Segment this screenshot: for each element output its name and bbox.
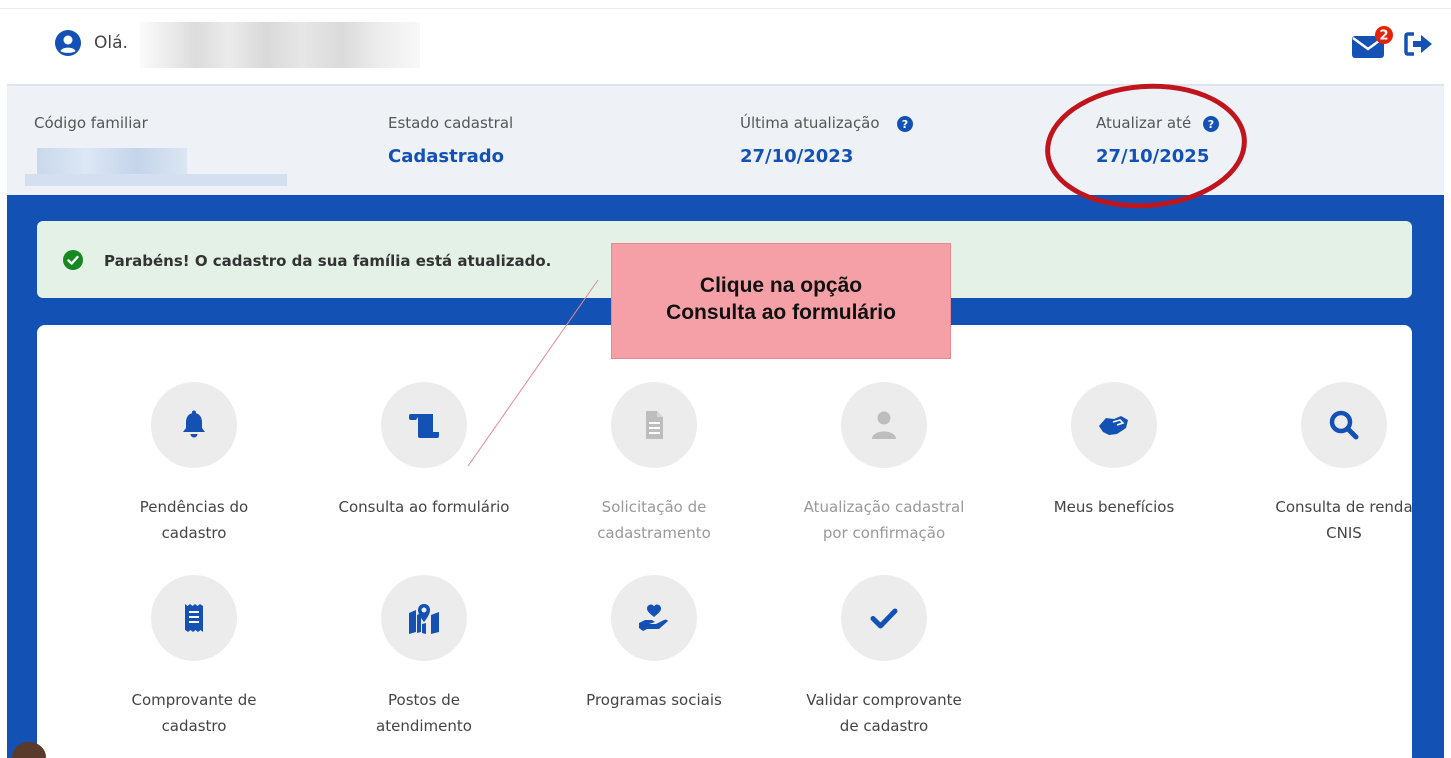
- tile-icon-circle: [151, 575, 237, 661]
- ultima-atualizacao-value: 27/10/2023: [740, 146, 854, 167]
- document-icon: [646, 411, 663, 439]
- tile-label: Atualização cadastral por confirmação: [803, 498, 965, 542]
- tile-icon-circle: [841, 575, 927, 661]
- ultima-atualizacao-label: Última atualização: [740, 114, 880, 132]
- tile-label: Postos de atendimento: [376, 691, 472, 735]
- codigo-familiar-redacted: [37, 148, 187, 174]
- annotation-line-1: Clique na opção: [699, 274, 863, 297]
- bell-icon: [183, 410, 205, 438]
- greeting-text: Olá.: [94, 33, 128, 53]
- success-alert-text: Parabéns! O cadastro da sua família está…: [104, 252, 552, 270]
- estado-cadastral-value: Cadastrado: [388, 146, 504, 167]
- tile-icon-circle: [611, 575, 697, 661]
- tile-icon-circle: [611, 382, 697, 468]
- tile-icon-circle: [151, 382, 237, 468]
- tile-label: Programas sociais: [586, 691, 722, 709]
- services-card: Pendências do cadastro Consulta ao formul…: [37, 325, 1413, 758]
- mail-badge-count: 2: [1379, 29, 1388, 44]
- estado-cadastral-label: Estado cadastral: [388, 114, 514, 132]
- tile-postos-atendimento[interactable]: Postos de atendimento: [319, 575, 529, 745]
- check-icon: [870, 608, 898, 629]
- tile-consulta-formulario[interactable]: Consulta ao formulário: [319, 382, 529, 552]
- tile-icon-circle: [381, 575, 467, 661]
- header-top-border: [0, 8, 1451, 9]
- tile-icon-circle: [381, 382, 467, 468]
- svg-text:?: ?: [902, 118, 908, 131]
- user-circle-icon[interactable]: [55, 30, 81, 56]
- codigo-familiar-label: Código familiar: [34, 114, 148, 132]
- mail-icon[interactable]: 2: [1352, 26, 1396, 60]
- tile-label: Meus benefícios: [1053, 498, 1175, 516]
- tile-meus-beneficios[interactable]: Meus benefícios: [1009, 382, 1219, 552]
- map-pin-icon: [409, 604, 439, 634]
- tile-atualizacao-confirmacao[interactable]: Atualização cadastral por confirmação: [779, 382, 989, 552]
- handshake-icon: [1099, 416, 1128, 435]
- hand-heart-icon: [639, 604, 668, 631]
- tile-solicitacao-cadastramento[interactable]: Solicitação de cadastramento: [549, 382, 759, 552]
- user-name-redacted: [140, 22, 420, 68]
- codigo-familiar-redacted-underline: [25, 174, 287, 186]
- tile-comprovante-cadastro[interactable]: Comprovante de cadastro: [89, 575, 299, 745]
- receipt-icon: [185, 604, 203, 632]
- search-icon: [1329, 410, 1359, 440]
- tile-label: Pendências do cadastro: [139, 498, 249, 542]
- annotation-line-2: Consulta ao formulário: [666, 301, 896, 324]
- tile-label: Solicitação de cadastramento: [597, 498, 711, 542]
- tile-consulta-renda-cnis[interactable]: Consulta de renda CNIS: [1239, 382, 1449, 552]
- tile-label: Comprovante de cadastro: [131, 691, 257, 735]
- tile-icon-circle: [1301, 382, 1387, 468]
- tile-icon-circle: [1071, 382, 1157, 468]
- tile-validar-comprovante[interactable]: Validar comprovante de cadastro: [779, 575, 989, 745]
- tile-pendencias-cadastro[interactable]: Pendências do cadastro: [89, 382, 299, 552]
- tile-programas-sociais[interactable]: Programas sociais: [549, 575, 759, 745]
- scroll-icon: [409, 414, 439, 438]
- tile-label: Validar comprovante de cadastro: [806, 691, 962, 735]
- help-icon[interactable]: ?: [897, 116, 913, 132]
- user-icon: [872, 411, 896, 439]
- top-header: Olá. 2: [0, 0, 1451, 84]
- tile-icon-circle: [841, 382, 927, 468]
- annotation-callout: Clique na opção Consulta ao formulário: [611, 243, 951, 359]
- check-circle-icon: [63, 250, 83, 270]
- tile-label: Consulta ao formulário: [338, 498, 510, 516]
- exit-icon[interactable]: [1404, 31, 1434, 57]
- tile-label: Consulta de renda CNIS: [1275, 498, 1413, 542]
